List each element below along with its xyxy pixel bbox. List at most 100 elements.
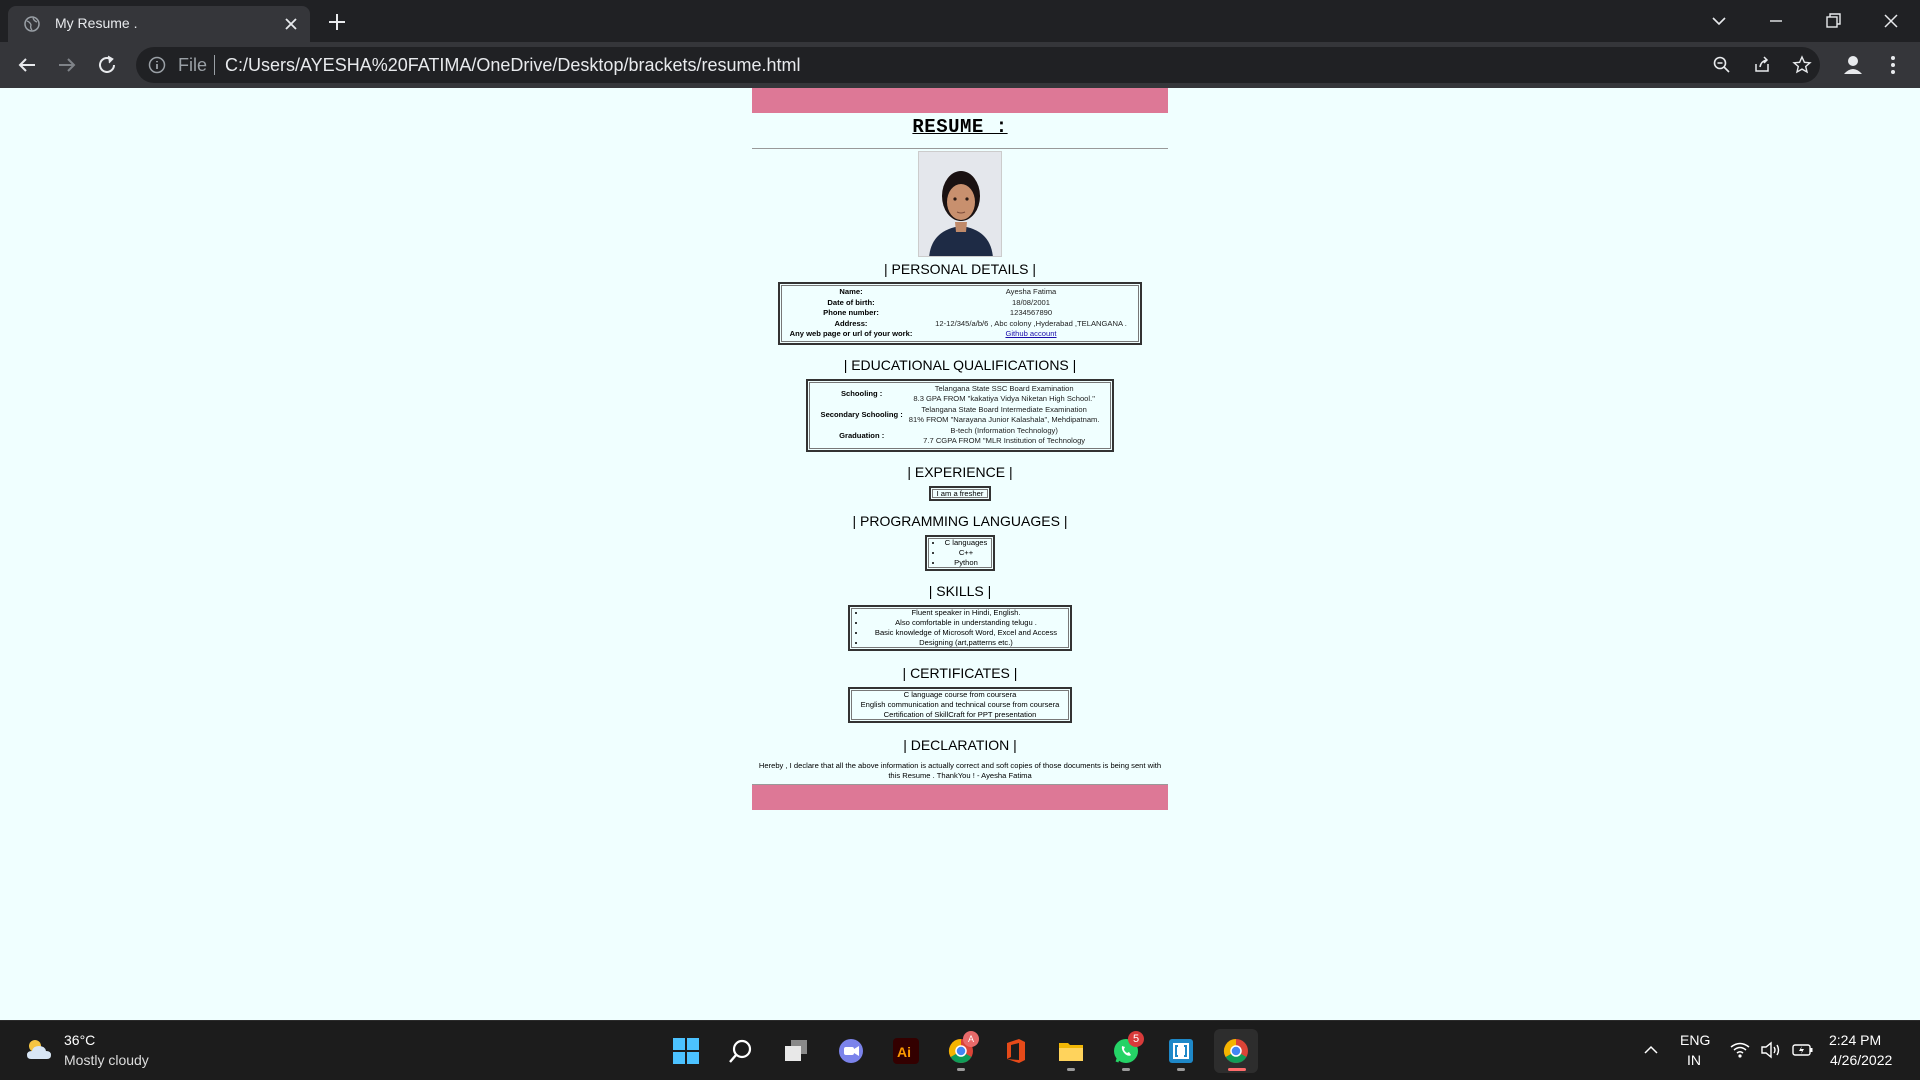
- minimize-icon[interactable]: [1763, 8, 1789, 34]
- share-icon[interactable]: [1752, 55, 1772, 75]
- scheme-label: File: [178, 55, 208, 75]
- restore-icon[interactable]: [1820, 8, 1846, 34]
- secondary-label: Secondary Schooling :: [820, 409, 903, 419]
- battery-icon[interactable]: [1792, 1041, 1814, 1062]
- certificates-box: C language course from coursera English …: [848, 686, 1072, 723]
- running-indicator: [1067, 1068, 1075, 1071]
- github-link[interactable]: Github account: [1005, 329, 1056, 338]
- table-row: Date of birth: 18/08/2001: [780, 298, 1140, 309]
- name-value: Ayesha Fatima: [1005, 287, 1057, 296]
- menu-dots-icon[interactable]: [1880, 52, 1906, 78]
- keyboard-region[interactable]: IN: [1687, 1052, 1701, 1068]
- tab-search-chevron-down-icon[interactable]: [1706, 8, 1732, 34]
- phone-label: Phone number:: [823, 308, 879, 317]
- forward-arrow-icon[interactable]: [54, 52, 80, 78]
- certificate-item: C language course from coursera: [903, 689, 1017, 699]
- clock-date[interactable]: 4/26/2022: [1830, 1052, 1892, 1068]
- chrome-profile-button[interactable]: A: [939, 1029, 983, 1073]
- dob-value: 18/08/2001: [1012, 297, 1051, 307]
- list-item: Designing (art,patterns etc.): [866, 638, 1066, 648]
- schooling-line1: Telangana State SSC Board Examination: [934, 383, 1074, 393]
- office-app-button[interactable]: [994, 1029, 1038, 1073]
- list-item: Also comfortable in understanding telugu…: [866, 618, 1066, 628]
- list-item: C++: [943, 548, 989, 558]
- graduation-label: Graduation :: [839, 430, 885, 440]
- web-label: Any web page or url of your work:: [789, 329, 913, 338]
- chevron-up-icon[interactable]: [1642, 1041, 1660, 1062]
- svg-text:Ai: Ai: [897, 1044, 911, 1060]
- certificate-item: Certification of SkillCraft for PPT pres…: [883, 709, 1037, 719]
- omnibox-divider: [214, 55, 215, 75]
- profile-photo: [918, 151, 1002, 257]
- close-window-icon[interactable]: [1878, 8, 1904, 34]
- skills-list: Fluent speaker in Hindi, English. Also c…: [850, 607, 1070, 649]
- start-button[interactable]: [664, 1029, 708, 1073]
- brackets-app-button[interactable]: [1159, 1029, 1203, 1073]
- teams-chat-button[interactable]: [829, 1029, 873, 1073]
- list-item: Basic knowledge of Microsoft Word, Excel…: [866, 628, 1066, 638]
- table-row: Name: Ayesha Fatima: [780, 287, 1140, 298]
- globe-icon: [24, 16, 40, 32]
- close-icon[interactable]: [282, 15, 300, 33]
- new-tab-button[interactable]: [326, 11, 348, 33]
- table-row: Address: 12-12/345/a/b/6 , Abc colony ,H…: [780, 319, 1140, 330]
- resume-title: RESUME :: [912, 116, 1008, 138]
- profile-avatar-icon[interactable]: [1840, 52, 1866, 78]
- clock-time[interactable]: 2:24 PM: [1829, 1032, 1881, 1048]
- secondary-line1: Telangana State Board Intermediate Exami…: [921, 404, 1087, 414]
- task-view-button[interactable]: [774, 1029, 818, 1073]
- languages-heading: | PROGRAMMING LANGUAGES |: [852, 512, 1068, 529]
- browser-toolbar: File C:/Users/AYESHA%20FATIMA/OneDrive/D…: [0, 42, 1920, 88]
- experience-heading: | EXPERIENCE |: [907, 463, 1013, 480]
- running-indicator: [1122, 1068, 1130, 1071]
- address-value: 12-12/345/a/b/6 , Abc colony ,Hyderabad …: [935, 318, 1127, 328]
- back-arrow-icon[interactable]: [14, 52, 40, 78]
- language-indicator[interactable]: ENG: [1680, 1032, 1710, 1048]
- active-indicator: [1228, 1068, 1246, 1071]
- table-row: Secondary Schooling : Telangana State Bo…: [818, 405, 1103, 426]
- header-bar: [752, 88, 1168, 113]
- wifi-icon[interactable]: [1730, 1041, 1750, 1062]
- whatsapp-app-button[interactable]: 5: [1104, 1029, 1148, 1073]
- profile-badge-icon: A: [963, 1031, 979, 1047]
- address-bar[interactable]: File C:/Users/AYESHA%20FATIMA/OneDrive/D…: [136, 47, 1820, 83]
- footer-bar: [752, 784, 1168, 810]
- info-icon[interactable]: [148, 56, 166, 74]
- dob-label: Date of birth:: [827, 297, 875, 307]
- weather-cloud-icon[interactable]: [24, 1037, 54, 1063]
- weather-temperature[interactable]: 36°C: [64, 1032, 95, 1048]
- file-explorer-button[interactable]: [1049, 1029, 1093, 1073]
- windows-taskbar: 36°C Mostly cloudy Ai A 5 ENG IN 2:24 PM…: [0, 1020, 1920, 1080]
- star-icon[interactable]: [1792, 55, 1812, 75]
- certificates-heading: | CERTIFICATES |: [902, 664, 1018, 681]
- url-text[interactable]: C:/Users/AYESHA%20FATIMA/OneDrive/Deskto…: [225, 55, 801, 76]
- table-row: Phone number: 1234567890: [780, 308, 1140, 319]
- schooling-line2: 8.3 GPA FROM "kakatiya Vidya Niketan Hig…: [913, 394, 1095, 403]
- illustrator-app-button[interactable]: Ai: [884, 1029, 928, 1073]
- graduation-line2: 7.7 CGPA FROM "MLR Institution of Techno…: [923, 436, 1086, 445]
- schooling-label: Schooling :: [840, 388, 883, 398]
- table-row: Any web page or url of your work: Github…: [780, 329, 1140, 340]
- graduation-line1: B-tech (Information Technology): [950, 425, 1058, 435]
- chrome-app-button[interactable]: [1214, 1029, 1258, 1073]
- table-row: Graduation : B-tech (Information Technol…: [818, 426, 1103, 447]
- browser-tab[interactable]: My Resume .: [8, 6, 310, 42]
- address-label: Address:: [834, 318, 868, 328]
- search-button[interactable]: [719, 1029, 763, 1073]
- declaration-text: Hereby , I declare that all the above in…: [758, 760, 1162, 780]
- experience-text: I am a fresher: [929, 485, 991, 501]
- education-heading: | EDUCATIONAL QUALIFICATIONS |: [843, 356, 1077, 373]
- skills-box: Fluent speaker in Hindi, English. Also c…: [848, 604, 1072, 651]
- reload-icon[interactable]: [94, 52, 120, 78]
- tab-title: My Resume .: [55, 15, 138, 31]
- weather-description[interactable]: Mostly cloudy: [64, 1052, 149, 1068]
- education-box: Schooling : Telangana State SSC Board Ex…: [806, 378, 1114, 452]
- personal-details-table: Name: Ayesha Fatima Date of birth: 18/08…: [780, 287, 1140, 340]
- skills-heading: | SKILLS |: [928, 582, 992, 599]
- languages-box: C languages C++ Python: [925, 534, 995, 571]
- zoom-icon[interactable]: [1712, 55, 1732, 75]
- personal-details-heading: | PERSONAL DETAILS |: [884, 261, 1036, 277]
- certificate-item: English communication and technical cour…: [860, 699, 1060, 709]
- languages-list: C languages C++ Python: [927, 537, 993, 569]
- volume-icon[interactable]: [1760, 1041, 1782, 1062]
